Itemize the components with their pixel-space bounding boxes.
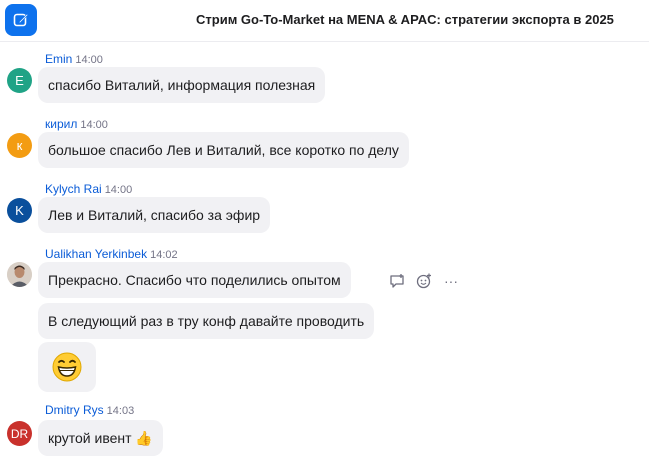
channel-title: Стрим Go-To-Market на MENA & APAC: страт… bbox=[196, 12, 614, 27]
message-bubble[interactable]: В следующий раз в тру конф давайте прово… bbox=[38, 303, 375, 339]
avatar[interactable]: E bbox=[7, 68, 32, 93]
message-meta: Kylych Rai 14:00 bbox=[45, 182, 132, 196]
message-time: 14:00 bbox=[80, 119, 108, 131]
avatar[interactable] bbox=[7, 262, 32, 287]
message-bubble[interactable]: Прекрасно. Спасибо что поделились опытом bbox=[38, 262, 351, 298]
message-meta: Emin 14:00 bbox=[45, 52, 103, 66]
message-time: 14:00 bbox=[75, 54, 103, 66]
message-meta: Ualikhan Yerkinbek 14:02 bbox=[45, 247, 178, 261]
sender-name[interactable]: Ualikhan Yerkinbek bbox=[45, 247, 147, 261]
message-bubble[interactable]: Лев и Виталий, спасибо за эфир bbox=[38, 197, 271, 233]
message-actions: ··· bbox=[388, 272, 460, 290]
message-time: 14:03 bbox=[106, 405, 135, 417]
add-reaction-icon[interactable] bbox=[415, 272, 433, 290]
avatar[interactable]: DR bbox=[7, 421, 32, 446]
sender-name[interactable]: Emin bbox=[45, 52, 72, 66]
message-time: 14:02 bbox=[150, 249, 178, 261]
user-photo-icon bbox=[7, 262, 32, 287]
avatar[interactable]: K bbox=[7, 198, 32, 223]
message-meta: Dmitry Rys 14:03 bbox=[45, 403, 134, 417]
emoji-message-bubble[interactable] bbox=[38, 342, 96, 392]
message-bubble[interactable]: спасибо Виталий, информация полезная bbox=[38, 67, 326, 103]
reply-thread-icon[interactable] bbox=[388, 272, 406, 290]
message-time: 14:00 bbox=[104, 184, 133, 196]
avatar-initials: E bbox=[15, 73, 24, 88]
avatar-initials: DR bbox=[10, 426, 29, 441]
sender-name[interactable]: Dmitry Rys bbox=[45, 403, 104, 417]
compose-icon bbox=[13, 13, 29, 27]
chat-header: Стрим Go-To-Market на MENA & APAC: страт… bbox=[0, 0, 649, 42]
message-bubble[interactable]: большое спасибо Лев и Виталий, все корот… bbox=[38, 132, 409, 168]
avatar-initials: K bbox=[15, 203, 24, 218]
sender-name[interactable]: Kylych Rai bbox=[45, 182, 102, 196]
compose-button[interactable] bbox=[5, 4, 37, 36]
message-meta: кирил 14:00 bbox=[45, 117, 108, 131]
more-icon[interactable]: ··· bbox=[442, 272, 460, 290]
avatar-initials: к bbox=[16, 138, 23, 153]
avatar[interactable]: к bbox=[7, 133, 32, 158]
grinning-face-emoji bbox=[52, 352, 82, 382]
message-bubble[interactable]: крутой ивент 👍 bbox=[38, 420, 163, 456]
sender-name[interactable]: кирил bbox=[45, 117, 77, 131]
